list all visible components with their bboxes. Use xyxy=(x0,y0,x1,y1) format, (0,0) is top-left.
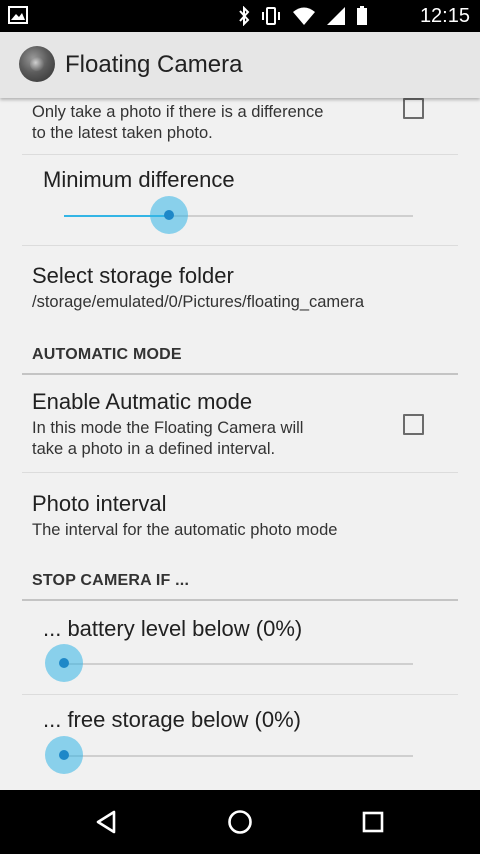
bluetooth-icon xyxy=(239,6,250,26)
storage-folder-path: /storage/emulated/0/Pictures/floating_ca… xyxy=(32,293,365,311)
enable-automatic-preference[interactable]: Enable Autmatic mode In this mode the Fl… xyxy=(32,388,458,460)
difference-only-summary-2: to the latest taken photo. xyxy=(32,124,213,142)
camera-lens-icon[interactable] xyxy=(19,46,55,82)
storage-folder-title: Select storage folder xyxy=(32,263,234,288)
cell-signal-icon xyxy=(327,7,345,25)
enable-automatic-title: Enable Autmatic mode xyxy=(32,389,253,414)
slider-thumb-dot xyxy=(59,658,69,668)
stop-camera-header: STOP CAMERA IF ... xyxy=(32,572,190,589)
minimum-difference-slider[interactable] xyxy=(64,196,413,234)
image-notification-icon xyxy=(8,6,28,24)
category-divider xyxy=(22,599,458,601)
photo-interval-summary: The interval for the automatic photo mod… xyxy=(32,521,338,539)
app-title: Floating Camera xyxy=(65,51,243,78)
enable-automatic-checkbox[interactable] xyxy=(403,414,424,435)
difference-only-checkbox[interactable] xyxy=(403,98,424,119)
category-divider xyxy=(22,373,458,375)
minimum-difference-label: Minimum difference xyxy=(43,167,235,192)
navigation-bar xyxy=(0,790,480,854)
automatic-mode-header: AUTOMATIC MODE xyxy=(32,346,182,363)
wifi-icon xyxy=(293,7,315,25)
back-icon[interactable] xyxy=(88,804,124,840)
divider xyxy=(22,694,458,695)
divider xyxy=(22,154,458,155)
photo-interval-title: Photo interval xyxy=(32,491,167,516)
slider-thumb-dot xyxy=(164,210,174,220)
slider-thumb[interactable] xyxy=(45,736,83,774)
photo-interval-preference[interactable]: Photo interval The interval for the auto… xyxy=(32,490,458,541)
enable-automatic-summary-1: In this mode the Floating Camera will xyxy=(32,419,304,437)
slider-thumb[interactable] xyxy=(150,196,188,234)
slider-thumb-dot xyxy=(59,750,69,760)
divider xyxy=(22,245,458,246)
vibrate-icon xyxy=(262,7,280,25)
divider xyxy=(22,472,458,473)
battery-level-label: ... battery level below (0%) xyxy=(43,616,303,641)
home-icon[interactable] xyxy=(222,804,258,840)
free-storage-slider[interactable] xyxy=(45,736,413,774)
settings-list[interactable]: Only take a photo if there is a differen… xyxy=(0,98,480,790)
difference-only-summary-1: Only take a photo if there is a differen… xyxy=(32,103,324,121)
storage-folder-preference[interactable]: Select storage folder /storage/emulated/… xyxy=(32,262,458,313)
enable-automatic-summary-2: take a photo in a defined interval. xyxy=(32,440,276,458)
slider-thumb[interactable] xyxy=(45,644,83,682)
status-clock: 12:15 xyxy=(419,5,470,27)
free-storage-label: ... free storage below (0%) xyxy=(43,707,302,732)
status-bar: 12:15 xyxy=(0,0,480,32)
recents-icon[interactable] xyxy=(355,804,391,840)
status-icons xyxy=(238,5,368,27)
battery-icon xyxy=(357,6,367,25)
action-bar: Floating Camera xyxy=(0,32,480,98)
battery-level-slider[interactable] xyxy=(45,644,413,682)
difference-only-preference[interactable]: Only take a photo if there is a differen… xyxy=(32,102,458,152)
